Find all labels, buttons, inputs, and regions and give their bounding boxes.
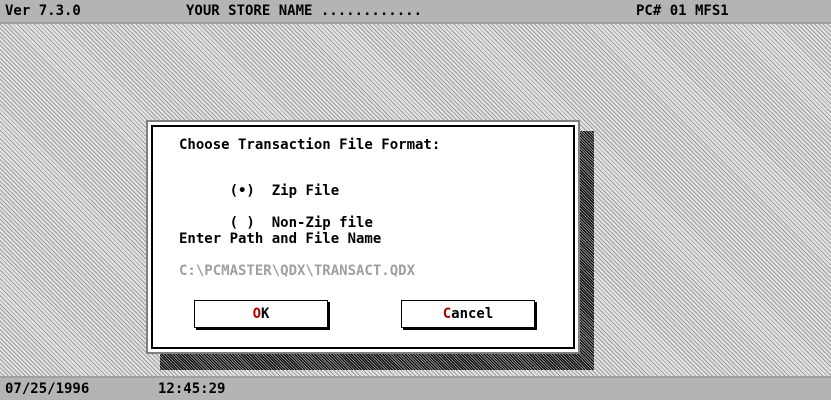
ok-label: K [261, 306, 270, 322]
ok-hotkey: O [252, 306, 261, 322]
ok-button[interactable]: OK [194, 300, 328, 328]
path-label: Enter Path and File Name [179, 231, 382, 247]
status-date: 07/25/1996 [5, 381, 90, 397]
option-zip-file-label: Zip File [271, 183, 340, 199]
radio-non-zip-file[interactable]: ( ) [230, 215, 255, 231]
cancel-button[interactable]: Cancel [401, 300, 535, 328]
cancel-hotkey: C [442, 306, 452, 322]
store-name: YOUR STORE NAME ............ [186, 3, 423, 19]
status-time: 12:45:29 [158, 381, 226, 397]
version-label: Ver 7.3.0 [5, 3, 81, 19]
cancel-label: ancel [451, 306, 494, 322]
transaction-format-dialog: Choose Transaction File Format: (•) Zip … [146, 120, 580, 354]
radio-zip-file[interactable]: (•) [230, 183, 255, 199]
header-bar: Ver 7.3.0 YOUR STORE NAME ............ P… [0, 0, 831, 24]
pc-id: PC# 01 MFS1 [636, 3, 729, 19]
status-bar: 07/25/1996 12:45:29 [0, 376, 831, 400]
option-non-zip-file-label: Non-Zip file [271, 215, 373, 231]
path-input[interactable]: C:\PCMASTER\QDX\TRANSACT.QDX [179, 263, 415, 279]
dialog-title: Choose Transaction File Format: [179, 137, 441, 153]
dialog-frame: Choose Transaction File Format: (•) Zip … [151, 125, 575, 349]
